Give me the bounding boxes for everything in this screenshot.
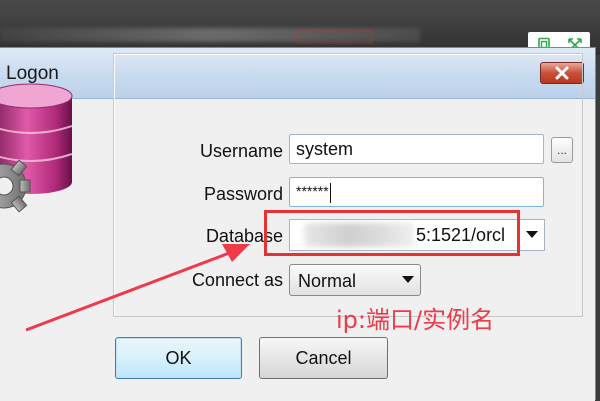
connect-as-value: Normal — [298, 271, 357, 291]
annotation-highlight-box — [264, 210, 520, 256]
browse-button-label: ... — [556, 143, 567, 157]
username-label: Username — [199, 141, 283, 161]
database-label: Database — [205, 226, 283, 246]
browse-button[interactable]: ... — [551, 137, 573, 163]
username-value: system — [296, 139, 354, 159]
password-input[interactable]: ****** — [289, 177, 544, 207]
password-value: ****** — [296, 183, 329, 199]
chevron-down-icon — [402, 276, 414, 283]
password-label: Password — [203, 184, 283, 204]
dropdown-arrow-icon[interactable] — [522, 224, 542, 246]
connect-as-label: Connect as — [191, 270, 283, 290]
username-input[interactable]: system — [289, 134, 544, 164]
database-gear-icon — [0, 83, 73, 213]
annotation-text: ip:端口/实例名 — [336, 306, 495, 334]
cancel-button[interactable]: Cancel — [259, 337, 388, 379]
ok-button[interactable]: OK — [115, 337, 242, 379]
blurred-highlight — [296, 30, 372, 43]
connect-as-select[interactable]: Normal — [289, 264, 421, 296]
text-caret — [329, 183, 331, 204]
ok-button-label: OK — [165, 347, 192, 368]
cancel-button-label: Cancel — [295, 347, 352, 368]
